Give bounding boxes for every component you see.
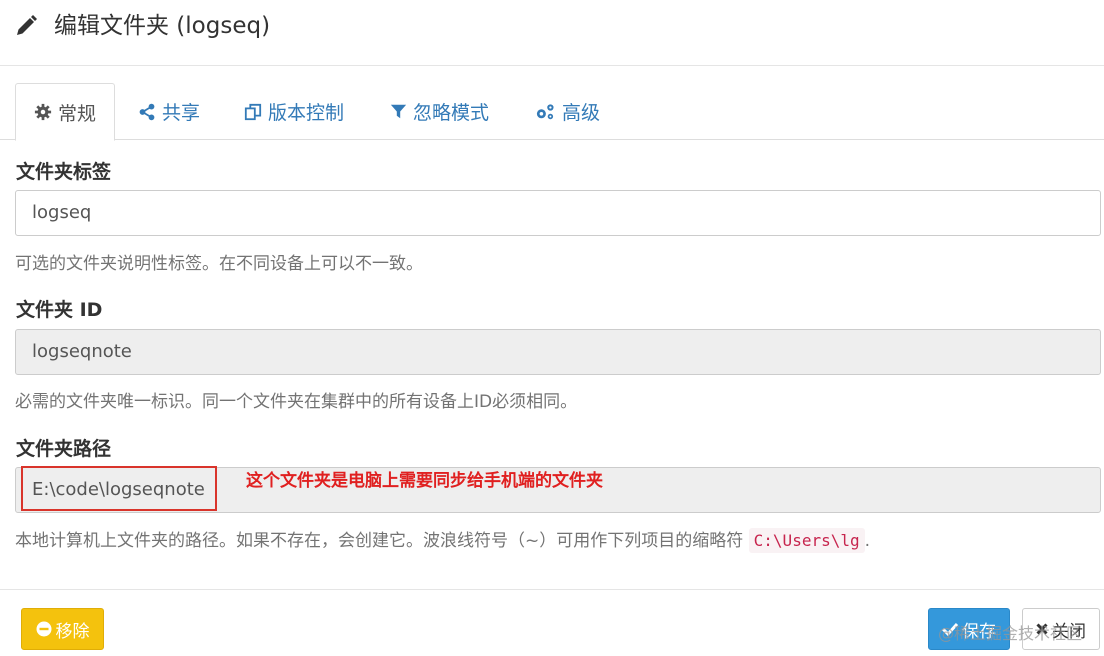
dialog-title: 编辑文件夹 (logseq) (54, 13, 271, 39)
tab-bar: 常规 共享 版本控制 忽略模式 高级 (0, 83, 1104, 141)
filter-icon (390, 104, 407, 119)
pencil-icon (17, 15, 37, 35)
path-highlight-box (21, 466, 217, 511)
tab-label: 忽略模式 (413, 102, 490, 124)
tab-sharing[interactable]: 共享 (138, 83, 200, 140)
dialog-header: 编辑文件夹 (logseq) (0, 0, 1104, 66)
share-icon (139, 103, 155, 120)
minus-circle-icon (36, 621, 51, 637)
folder-id-input: logseqnote (15, 329, 1101, 375)
path-help-code: C:\Users\lg (748, 528, 865, 553)
folder-label-title: 文件夹标签 (16, 161, 112, 183)
gear-icon (34, 103, 52, 121)
cogs-icon (536, 103, 554, 119)
copy-icon (244, 103, 262, 120)
folder-label-input[interactable]: logseq (15, 190, 1101, 236)
path-help-suffix: . (864, 531, 871, 551)
tab-label: 版本控制 (268, 102, 345, 124)
folder-id-help: 必需的文件夹唯一标识。同一个文件夹在集群中的所有设备上ID必须相同。 (15, 392, 578, 412)
tab-ignore-patterns[interactable]: 忽略模式 (390, 83, 489, 140)
tab-versioning[interactable]: 版本控制 (244, 83, 344, 140)
folder-id-title: 文件夹 ID (16, 299, 103, 321)
path-help-text: 本地计算机上文件夹的路径。如果不存在，会创建它。波浪线符号（~）可用作下列项目的… (15, 531, 744, 551)
folder-path-title: 文件夹路径 (16, 438, 112, 460)
tab-label: 共享 (162, 102, 201, 124)
tab-general[interactable]: 常规 (15, 83, 116, 141)
remove-button-label: 移除 (55, 621, 90, 642)
remove-button[interactable]: 移除 (21, 608, 104, 650)
tab-label: 常规 (58, 102, 97, 125)
path-annotation: 这个文件夹是电脑上需要同步给手机端的文件夹 (246, 471, 603, 491)
tab-advanced[interactable]: 高级 (534, 83, 600, 140)
watermark: @稀土掘金技术社区 (938, 624, 1083, 643)
tab-label: 高级 (562, 102, 601, 124)
folder-label-help: 可选的文件夹说明性标签。在不同设备上可以不一致。 (15, 254, 423, 274)
folder-path-help: 本地计算机上文件夹的路径。如果不存在，会创建它。波浪线符号（~）可用作下列项目的… (15, 526, 871, 553)
footer-divider (0, 589, 1104, 590)
